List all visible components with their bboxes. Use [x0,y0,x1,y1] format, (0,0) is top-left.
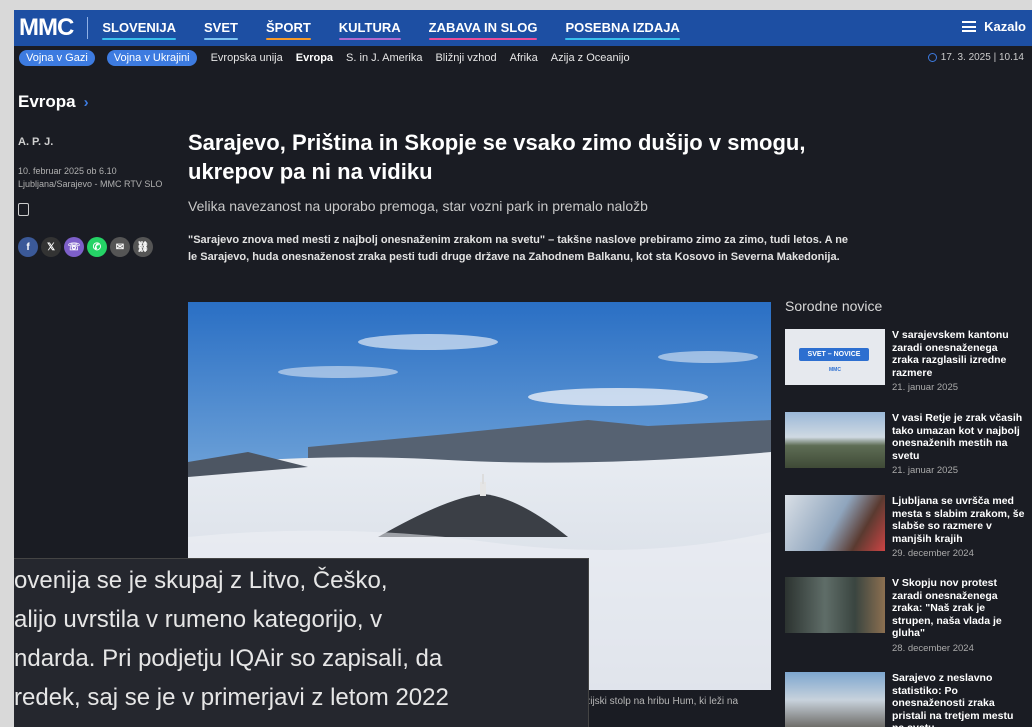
email-icon[interactable]: ✉ [110,237,130,257]
related-thumbnail [785,495,885,551]
related-thumbnail [785,577,885,633]
nav-sport[interactable]: ŠPORT [265,20,311,40]
nav-svet[interactable]: SVET [204,20,238,40]
zoomed-text: ovenija se je skupaj z Litvo, Češko, ali… [14,559,588,717]
zoom-line: ovenija se je skupaj z Litvo, Češko, [14,567,388,594]
datetime-text: 17. 3. 2025 | 10.14 [940,52,1024,63]
related-title: V sarajevskem kantonu zaradi onesnaženeg… [892,329,1009,379]
article-meta: 10. februar 2025 ob 6.10 Ljubljana/Saraj… [18,165,162,191]
related-thumbnail [785,412,885,468]
related-thumbnail: SVET – NOVICE MMC [785,329,885,385]
nav-posebna-izdaja[interactable]: POSEBNA IZDAJA [565,20,681,40]
related-thumbnail [785,672,885,727]
zoomed-text-overlay: ovenija se je skupaj z Litvo, Češko, ali… [14,558,589,727]
article-lead: "Sarajevo znova med mesti z najbolj ones… [188,234,849,263]
subnav-azija[interactable]: Azija z Oceanijo [551,52,630,64]
related-title: Sarajevo z neslavno statistiko: Po onesn… [892,672,1014,727]
related-item[interactable]: V Skopju nov protest zaradi onesnaženega… [785,577,1025,655]
related-title: V Skopju nov protest zaradi onesnaženega… [892,577,1002,639]
related-item[interactable]: Ljubljana se uvršča med mesta s slabim z… [785,495,1025,561]
related-item[interactable]: Sarajevo z neslavno statistiko: Po onesn… [785,672,1025,727]
subnav-evropa[interactable]: Evropa [296,52,333,64]
subnav-amerika[interactable]: S. in J. Amerika [346,52,422,64]
pill-vojna-v-gazi[interactable]: Vojna v Gazi [19,50,95,66]
photo-caption: vizijski stolp na hribu Hum, ki leži na [578,696,739,707]
zoom-line: ndarda. Pri podjetju IQAir so zapisali, … [14,645,443,672]
viber-icon[interactable]: ☏ [64,237,84,257]
datetime: 17. 3. 2025 | 10.14 [927,52,1024,63]
menu-button[interactable]: Kazalo [962,19,1026,34]
subnav-afrika[interactable]: Afrika [510,52,538,64]
hamburger-icon [962,21,977,32]
bookmark-icon[interactable] [18,203,29,216]
zoom-line: alijo uvrstila v rumeno kategorijo, v [14,606,383,633]
logo-divider [87,17,89,39]
related-date: 21. januar 2025 [892,382,959,393]
nav-slovenija[interactable]: SLOVENIJA [102,20,176,40]
related-date: 21. januar 2025 [892,465,959,476]
related-date: 29. december 2024 [892,548,974,559]
related-title: V vasi Retje je zrak včasih tako umazan … [892,412,1023,462]
link-icon[interactable]: ⛓ [133,237,153,257]
related-item[interactable]: V vasi Retje je zrak včasih tako umazan … [785,412,1025,478]
x-icon[interactable]: 𝕏 [41,237,61,257]
thumb-label: SVET – NOVICE [799,348,869,361]
mmc-logo[interactable]: MMC [19,14,74,42]
share-buttons: f 𝕏 ☏ ✆ ✉ ⛓ [18,237,153,257]
subnav-blizji-vzhod[interactable]: Bližnji vzhod [435,52,496,64]
article-date: 10. februar 2025 ob 6.10 [18,166,117,176]
chevron-right-icon: › [83,94,89,111]
article-subtitle: Velika navezanost na uporabo premoga, st… [188,198,648,214]
related-date: 28. december 2024 [892,642,974,654]
zoom-line: redek, saj se je v primerjavi z letom 20… [14,684,449,711]
section-label: Evropa [18,92,76,111]
menu-label: Kazalo [984,19,1026,34]
thumb-logo: MMC [829,367,841,373]
pill-vojna-v-ukrajini[interactable]: Vojna v Ukrajini [106,50,197,66]
page: MMC SLOVENIJA SVET ŠPORT KULTURA ZABAVA … [14,10,1032,727]
whatsapp-icon[interactable]: ✆ [87,237,107,257]
article-location: Ljubljana/Sarajevo - MMC RTV SLO [18,179,163,189]
related-news-heading: Sorodne novice [785,298,883,314]
facebook-icon[interactable]: f [18,237,38,257]
nav-kultura[interactable]: KULTURA [338,20,401,40]
related-title: Ljubljana se uvršča med mesta s slabim z… [892,495,1025,545]
section-heading[interactable]: Evropa › [18,92,89,112]
subnav-evropska-unija[interactable]: Evropska unija [211,52,283,64]
nav-zabava-in-slog[interactable]: ZABAVA IN SLOG [428,20,537,40]
related-item[interactable]: SVET – NOVICE MMC V sarajevskem kantonu … [785,329,1025,395]
article-title: Sarajevo, Priština in Skopje se vsako zi… [188,130,806,184]
clock-icon [927,53,937,62]
top-navigation: MMC SLOVENIJA SVET ŠPORT KULTURA ZABAVA … [14,10,1032,46]
sub-navigation: Vojna v Gazi Vojna v Ukrajini Evropska u… [14,46,1032,70]
article-author[interactable]: A. P. J. [18,136,53,148]
